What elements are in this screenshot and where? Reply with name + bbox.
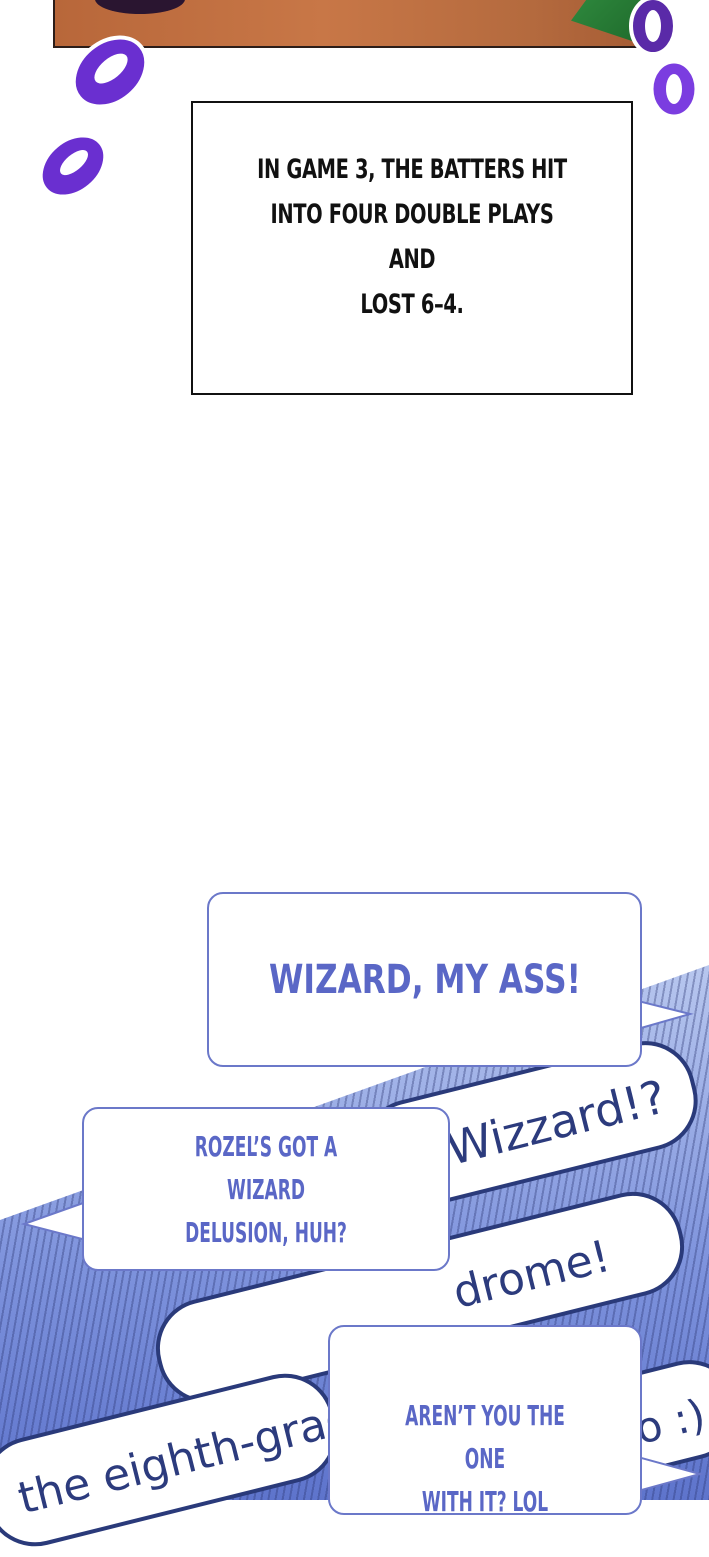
caption-line: INTO FOUR DOUBLE PLAYS AND <box>270 199 554 275</box>
chat-pill-text: o :) <box>630 1389 709 1454</box>
bubble-tail <box>634 1454 704 1494</box>
bubble-tail <box>634 998 694 1032</box>
chat-pill-text: drome! <box>448 1230 616 1319</box>
speech-text: WITH IT? LOL <box>421 1485 549 1518</box>
purple-ring-icon <box>650 60 698 118</box>
caption-line: IN GAME 3, THE BATTERS HIT <box>257 154 567 185</box>
narration-text: IN GAME 3, THE BATTERS HIT INTO FOUR DOU… <box>254 147 569 327</box>
narration-caption-box: IN GAME 3, THE BATTERS HIT INTO FOUR DOU… <box>191 101 633 395</box>
caption-line: LOST 6–4. <box>360 289 464 320</box>
speech-bubble: ROZEL’S GOT A WIZARD DELUSION, HUH? <box>82 1107 450 1271</box>
bubble-tail <box>20 1200 90 1242</box>
purple-ring-icon <box>38 133 108 199</box>
purple-ring-icon <box>629 0 677 56</box>
speech-text: DELUSION, HUH? <box>185 1215 347 1249</box>
dark-shape <box>95 0 185 14</box>
speech-text: ROZEL’S GOT A WIZARD <box>194 1129 338 1206</box>
purple-ring-icon <box>71 35 149 109</box>
speech-text: WIZARD, MY ASS! <box>268 956 581 1003</box>
speech-bubble: WIZARD, MY ASS! <box>207 892 642 1067</box>
speech-bubble: AREN’T YOU THE ONE WITH IT? LOL <box>328 1325 642 1518</box>
speech-text: AREN’T YOU THE ONE <box>405 1399 565 1475</box>
